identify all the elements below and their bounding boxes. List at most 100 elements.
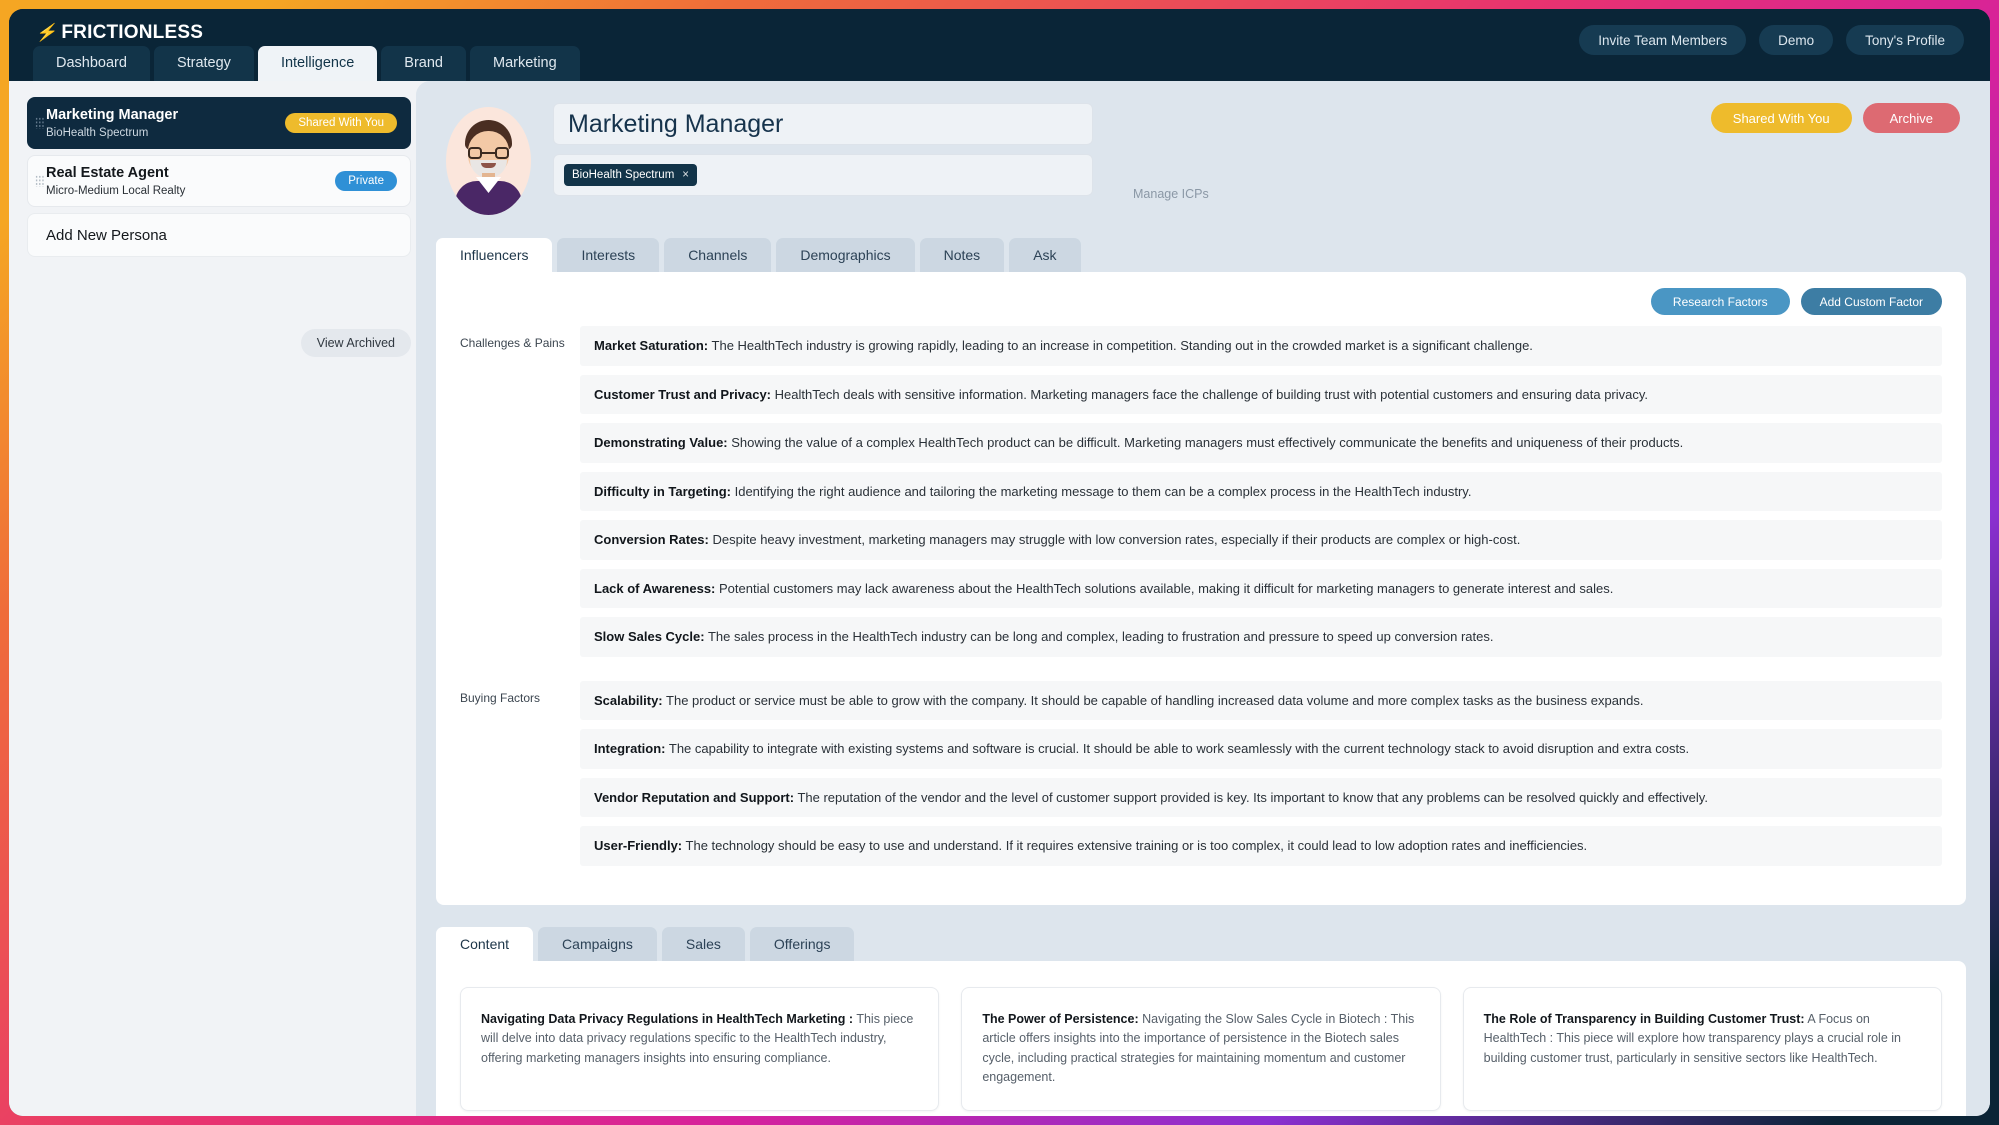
demo-button[interactable]: Demo: [1759, 25, 1834, 55]
factor-title: Market Saturation:: [594, 338, 709, 353]
tab-offerings[interactable]: Offerings: [749, 927, 855, 962]
factor-row[interactable]: Lack of Awareness: Potential customers m…: [580, 568, 1942, 609]
nav-tab-strategy[interactable]: Strategy: [153, 46, 254, 81]
content-card-title: Navigating Data Privacy Regulations in H…: [481, 1012, 854, 1027]
factor-title: User-Friendly:: [594, 838, 683, 854]
research-factors-button[interactable]: Research Factors: [1650, 288, 1790, 315]
app-logo: ⚡ FRICTIONLESS: [35, 22, 204, 44]
factor-row[interactable]: Vendor Reputation and Support: The reput…: [580, 777, 1942, 818]
close-icon[interactable]: ×: [682, 169, 689, 181]
tab-influencers[interactable]: Influencers: [436, 238, 553, 272]
factor-body: The HealthTech industry is growing rapid…: [711, 338, 1533, 353]
icp-chip[interactable]: BioHealth Spectrum ×: [564, 164, 697, 186]
tab-demographics[interactable]: Demographics: [776, 238, 915, 272]
tab-notes[interactable]: Notes: [919, 238, 1005, 272]
factor-row[interactable]: Difficulty in Targeting: Identifying the…: [580, 471, 1942, 512]
nav-tab-intelligence[interactable]: Intelligence: [257, 46, 378, 81]
page-body: Marketing Manager BioHealth Spectrum Sha…: [9, 81, 1990, 1116]
factor-body: The reputation of the vendor and the lev…: [797, 789, 1708, 805]
factor-row[interactable]: Market Saturation: The HealthTech indust…: [580, 326, 1942, 366]
factor-title: Integration:: [594, 741, 666, 757]
factor-title: Lack of Awareness:: [594, 580, 716, 596]
persona-avatar: [446, 107, 531, 215]
view-archived-button[interactable]: View Archived: [300, 329, 411, 357]
drag-handle-icon[interactable]: [35, 175, 44, 187]
user-profile-button[interactable]: Tony's Profile: [1846, 25, 1964, 55]
factor-row[interactable]: Integration: The capability to integrate…: [580, 729, 1942, 769]
section-challenges-pains: Challenges & Pains Market Saturation: Th…: [460, 326, 1942, 666]
factor-body: HealthTech deals with sensitive informat…: [774, 386, 1649, 402]
sidebar-persona-marketing-manager[interactable]: Marketing Manager BioHealth Spectrum Sha…: [27, 97, 411, 149]
tab-channels[interactable]: Channels: [664, 238, 772, 272]
content-card-section: Content Campaigns Sales Offerings Naviga…: [436, 927, 1966, 1116]
factor-body: The technology should be easy to use and…: [685, 838, 1588, 854]
content-card-title: The Power of Persistence:: [982, 1012, 1139, 1027]
section-label: Challenges & Pains: [460, 336, 565, 350]
main-content-panel: Marketing Manager BioHealth Spectrum × M…: [416, 81, 1990, 1116]
top-navigation-bar: ⚡ FRICTIONLESS Invite Team Members Demo …: [9, 9, 1990, 81]
factor-body: Potential customers may lack awareness a…: [719, 580, 1614, 596]
persona-sidebar: Marketing Manager BioHealth Spectrum Sha…: [9, 81, 429, 1116]
manage-icps-link[interactable]: Manage ICPs: [1133, 187, 1209, 201]
content-card[interactable]: Navigating Data Privacy Regulations in H…: [460, 987, 940, 1111]
nav-tab-brand[interactable]: Brand: [381, 46, 466, 81]
factor-rows: Scalability: The product or service must…: [580, 680, 1942, 875]
factor-title: Difficulty in Targeting:: [594, 483, 731, 499]
tab-campaigns[interactable]: Campaigns: [538, 927, 657, 962]
persona-fields: Marketing Manager BioHealth Spectrum ×: [553, 103, 1093, 215]
icp-chip-label: BioHealth Spectrum: [572, 169, 675, 181]
top-right-actions: Invite Team Members Demo Tony's Profile: [1579, 25, 1964, 55]
factor-title: Slow Sales Cycle:: [594, 629, 705, 645]
factor-row[interactable]: User-Friendly: The technology should be …: [580, 826, 1942, 867]
content-tabs: Content Campaigns Sales Offerings: [436, 927, 1966, 962]
factors-card: Influencers Interests Channels Demograph…: [436, 238, 1966, 906]
tab-interests[interactable]: Interests: [557, 238, 660, 272]
persona-company: BioHealth Spectrum: [46, 126, 149, 139]
tab-ask[interactable]: Ask: [1009, 238, 1081, 272]
add-new-persona-button[interactable]: Add New Persona: [27, 213, 411, 257]
factor-row[interactable]: Scalability: The product or service must…: [580, 680, 1942, 721]
persona-header: Marketing Manager BioHealth Spectrum × M…: [416, 81, 1990, 215]
factor-row[interactable]: Demonstrating Value: Showing the value o…: [580, 423, 1942, 463]
factor-title: Conversion Rates:: [594, 532, 709, 548]
tab-sales[interactable]: Sales: [661, 927, 745, 962]
app-window: ⚡ FRICTIONLESS Invite Team Members Demo …: [9, 9, 1990, 1116]
tab-content[interactable]: Content: [436, 927, 534, 962]
factors-panel-actions: Research Factors Add Custom Factor: [460, 288, 1942, 315]
persona-company: Micro-Medium Local Realty: [46, 184, 186, 197]
content-card[interactable]: The Power of Persistence: Navigating the…: [961, 987, 1441, 1111]
status-badge: Shared With You: [285, 113, 397, 133]
content-panel: Navigating Data Privacy Regulations in H…: [436, 961, 1966, 1116]
factor-body: Identifying the right audience and tailo…: [734, 483, 1472, 499]
content-card[interactable]: The Role of Transparency in Building Cus…: [1462, 987, 1942, 1111]
sidebar-persona-real-estate-agent[interactable]: Real Estate Agent Micro-Medium Local Rea…: [27, 155, 411, 207]
nav-tab-dashboard[interactable]: Dashboard: [33, 46, 150, 81]
factors-tabs: Influencers Interests Channels Demograph…: [436, 238, 1966, 272]
main-nav-tabs: Dashboard Strategy Intelligence Brand Ma…: [33, 46, 580, 81]
logo-text: FRICTIONLESS: [61, 22, 204, 43]
persona-name: Marketing Manager: [46, 107, 179, 124]
factor-body: The product or service must be able to g…: [666, 692, 1644, 708]
factor-title: Scalability:: [594, 692, 663, 708]
add-custom-factor-button[interactable]: Add Custom Factor: [1800, 288, 1942, 315]
factor-row[interactable]: Customer Trust and Privacy: HealthTech d…: [580, 374, 1942, 415]
persona-name-input[interactable]: Marketing Manager: [553, 103, 1093, 145]
invite-team-members-button[interactable]: Invite Team Members: [1579, 25, 1747, 55]
section-label: Buying Factors: [460, 690, 541, 705]
factor-body: The capability to integrate with existin…: [668, 741, 1690, 757]
persona-name: Real Estate Agent: [46, 165, 169, 182]
status-badge: Private: [335, 171, 397, 191]
factor-body: The sales process in the HealthTech indu…: [707, 629, 1494, 645]
factor-row[interactable]: Slow Sales Cycle: The sales process in t…: [580, 617, 1942, 657]
persona-header-actions: Shared With You Archive: [1710, 103, 1960, 133]
factor-body: Despite heavy investment, marketing mana…: [712, 532, 1521, 548]
drag-handle-icon[interactable]: [35, 117, 44, 129]
persona-icp-input[interactable]: BioHealth Spectrum ×: [553, 154, 1093, 196]
nav-tab-marketing[interactable]: Marketing: [470, 46, 580, 81]
archive-button[interactable]: Archive: [1862, 103, 1960, 133]
factor-title: Vendor Reputation and Support:: [594, 789, 795, 805]
factor-row[interactable]: Conversion Rates: Despite heavy investme…: [580, 520, 1942, 560]
section-buying-factors: Buying Factors Scalability: The product …: [460, 680, 1942, 875]
factor-title: Demonstrating Value:: [594, 435, 728, 451]
shared-with-you-button[interactable]: Shared With You: [1710, 103, 1852, 133]
